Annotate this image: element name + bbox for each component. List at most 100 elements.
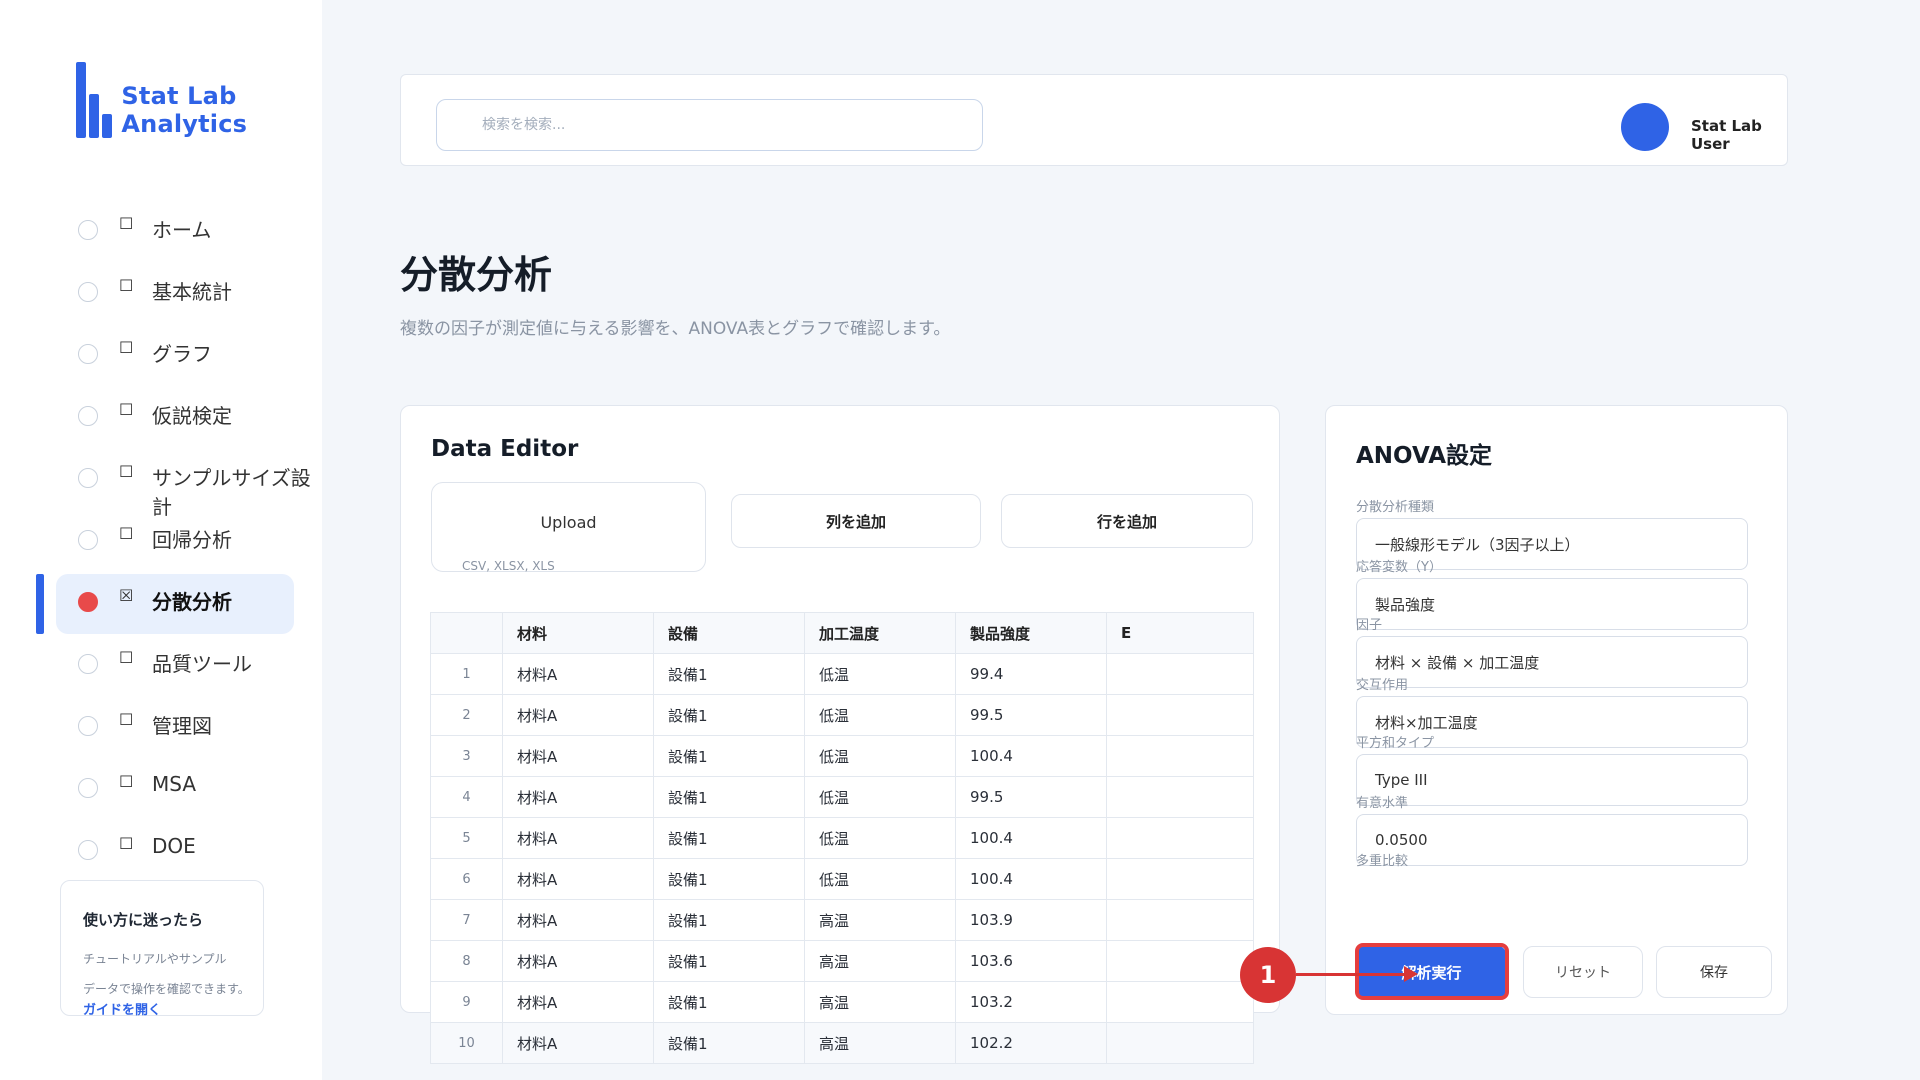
table-cell[interactable]: 材料A [502,817,654,859]
table-cell[interactable]: 低温 [804,694,956,736]
upload-label: Upload [540,513,597,532]
sidebar-item-5[interactable]: ☐ 回帰分析 [0,512,322,568]
sidebar-item-0[interactable]: ☐ ホーム [0,202,322,258]
column-header[interactable]: E [1106,612,1254,654]
search-input[interactable] [436,99,983,151]
sidebar-item-2[interactable]: ☐ グラフ [0,326,322,382]
table-cell[interactable] [1106,858,1254,900]
table-cell[interactable]: 材料A [502,1022,654,1064]
table-row: 9 材料A 設備1 高温 103.2 [430,981,1254,1023]
table-cell[interactable] [1106,694,1254,736]
table-cell[interactable]: 設備1 [653,694,805,736]
table-cell[interactable]: 102.2 [955,1022,1107,1064]
table-cell[interactable] [1106,735,1254,777]
table-cell[interactable]: 材料A [502,981,654,1023]
table-cell[interactable]: 高温 [804,940,956,982]
table-cell[interactable]: 99.5 [955,694,1107,736]
active-indicator [36,574,44,634]
user-name[interactable]: Stat Lab User [1691,117,1787,153]
guide-link[interactable]: ガイドを開く [83,999,161,1018]
table-cell[interactable]: 低温 [804,817,956,859]
table-cell[interactable]: 高温 [804,899,956,941]
row-index: 10 [430,1022,503,1064]
app-logo[interactable]: Stat Lab Analytics [76,62,322,138]
column-header[interactable]: 材料 [502,612,654,654]
table-cell[interactable]: 設備1 [653,1022,805,1064]
table-cell[interactable]: 99.5 [955,776,1107,818]
table-cell[interactable]: 高温 [804,981,956,1023]
table-cell[interactable]: 99.4 [955,653,1107,695]
field-label: 応答変数（Y） [1356,560,1442,575]
table-cell[interactable] [1106,817,1254,859]
sidebar-item-label: 基本統計 [152,280,232,304]
sidebar-item-6[interactable]: ☒ 分散分析 [0,574,322,634]
table-row: 5 材料A 設備1 低温 100.4 [430,817,1254,859]
sidebar-item-8[interactable]: ☐ 管理図 [0,698,322,754]
sidebar-item-9[interactable]: ☐ MSA [0,760,322,816]
table-row: 4 材料A 設備1 低温 99.5 [430,776,1254,818]
sidebar-item-3[interactable]: ☐ 仮説検定 [0,388,322,444]
reset-button[interactable]: リセット [1523,946,1643,998]
add-column-button[interactable]: 列を追加 [731,494,981,548]
table-cell[interactable]: 100.4 [955,735,1107,777]
table-cell[interactable]: 設備1 [653,940,805,982]
table-cell[interactable]: 材料A [502,940,654,982]
save-button[interactable]: 保存 [1656,946,1772,998]
column-header[interactable]: 加工温度 [804,612,956,654]
upload-dropzone[interactable]: Upload CSV, XLSX, XLS [431,482,706,573]
table-cell[interactable]: 103.6 [955,940,1107,982]
avatar[interactable] [1621,103,1669,151]
settings-field[interactable]: 0.0500 [1356,814,1748,866]
column-header[interactable]: 設備 [653,612,805,654]
table-cell[interactable]: 低温 [804,735,956,777]
table-cell[interactable] [1106,899,1254,941]
table-cell[interactable]: 100.4 [955,858,1107,900]
table-cell[interactable]: 103.2 [955,981,1107,1023]
checkbox-icon: ☐ [119,772,134,791]
column-header[interactable] [430,612,503,654]
table-cell[interactable]: 低温 [804,776,956,818]
table-cell[interactable]: 材料A [502,653,654,695]
table-cell[interactable]: 設備1 [653,899,805,941]
sidebar-item-10[interactable]: ☐ DOE [0,822,322,878]
sidebar-item-7[interactable]: ☐ 品質ツール [0,636,322,692]
bar-chart-logo-icon [76,62,112,138]
table-cell[interactable]: 低温 [804,858,956,900]
table-cell[interactable] [1106,776,1254,818]
table-cell[interactable]: 103.9 [955,899,1107,941]
add-row-button[interactable]: 行を追加 [1001,494,1253,548]
table-cell[interactable]: 材料A [502,776,654,818]
table-cell[interactable]: 設備1 [653,981,805,1023]
radio-icon [78,468,98,488]
field-label: 多重比較 [1356,854,1409,869]
table-cell[interactable] [1106,653,1254,695]
table-cell[interactable]: 設備1 [653,653,805,695]
sidebar-item-label: DOE [152,834,196,858]
sidebar-item-label: 回帰分析 [152,528,232,552]
data-table: 材料 設備 加工温度 製品強度 E 1 材料A 設備1 低温 99.4 2 材料A 設備1 低温 99.5… [430,612,1254,1064]
field-label: 交互作用 [1356,678,1409,693]
table-cell[interactable]: 設備1 [653,817,805,859]
column-header[interactable]: 製品強度 [955,612,1107,654]
settings-field[interactable]: 材料 × 設備 × 加工温度 [1356,636,1748,688]
row-index: 6 [430,858,503,900]
table-cell[interactable]: 低温 [804,653,956,695]
table-cell[interactable] [1106,981,1254,1023]
table-cell[interactable] [1106,940,1254,982]
table-cell[interactable]: 材料A [502,694,654,736]
table-cell[interactable] [1106,1022,1254,1064]
table-cell[interactable]: 設備1 [653,776,805,818]
run-analysis-button[interactable]: 解析実行 [1357,946,1506,998]
table-cell[interactable]: 100.4 [955,817,1107,859]
table-cell[interactable]: 材料A [502,858,654,900]
sidebar-item-4[interactable]: ☐ サンプルサイズ設計 [0,450,322,519]
table-row: 7 材料A 設備1 高温 103.9 [430,899,1254,941]
sidebar-item-1[interactable]: ☐ 基本統計 [0,264,322,320]
table-cell[interactable]: 材料A [502,735,654,777]
table-cell[interactable]: 材料A [502,899,654,941]
table-cell[interactable]: 設備1 [653,735,805,777]
table-cell[interactable]: 設備1 [653,858,805,900]
table-cell[interactable]: 高温 [804,1022,956,1064]
settings-field[interactable]: 製品強度 [1356,578,1748,630]
settings-field[interactable]: Type III [1356,754,1748,806]
